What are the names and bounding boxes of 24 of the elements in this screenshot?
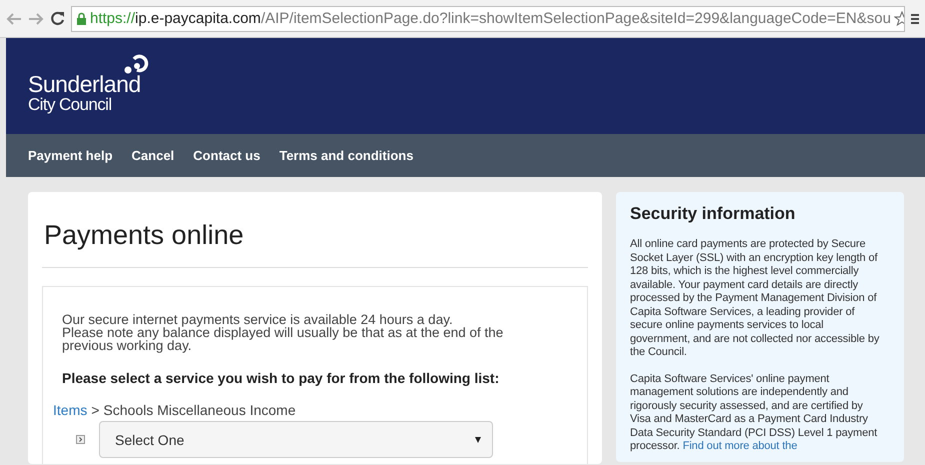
lock-icon [76,12,87,26]
menu-icon[interactable] [911,12,919,24]
info-link[interactable]: Find out more about the [682,440,798,452]
page-title: Payments online [42,192,588,268]
instruction-text: Please select a service you wish to pay for from the following list: [62,370,500,386]
panel-title: Security information [630,204,796,224]
intro-text: Our secure internet payments service is available 24 hours a day. [62,313,454,326]
security-text: Capita Software Services' online payment management solutions are independently and rigorously security assessed, and are certified by Visa and MasterCard as a Payment Card Industry Data Security Standard (PCI DSS) Level 1 payment processor. Find out more about the [630,372,878,454]
intro-text: Please note any balance displayed will usually be that as at the end of the previous working day. [62,326,504,352]
security-text: All online card payments are protected by Secure Socket Layer (SSL) with an encryption key length of 128 bits, which is the highest level commercially available. Your payment card details are directly processed by the Payment Management Division of Capita Software Services, a leading provider of secure online payments services to local government, and are not collected nor accessible by the Council. [630,238,880,360]
breadcrumb-current: Schools Miscellaneous Income [103,402,296,418]
caret-icon [475,436,481,442]
nav-link[interactable]: Cancel [132,148,174,163]
nav-link[interactable]: Contact us [193,148,260,163]
expand-icon[interactable] [76,435,85,444]
nav-link[interactable]: Payment help [28,148,113,163]
breadcrumb-separator: > [91,402,100,418]
nav-link[interactable]: Terms and conditions [279,148,414,163]
logo-text: Sunderland [28,72,141,96]
reload-icon[interactable] [50,11,65,26]
service-dropdown[interactable]: Select One [99,421,493,458]
breadcrumb-link[interactable]: Items [53,402,88,418]
logo-subtext: City Council [28,96,112,114]
address-bar[interactable]: https://ip.e-paycapita.com/AIP/itemSelectionPage.do?link=showItemSelectionPage&siteId=299&languageCode=EN&sou [71,6,905,32]
